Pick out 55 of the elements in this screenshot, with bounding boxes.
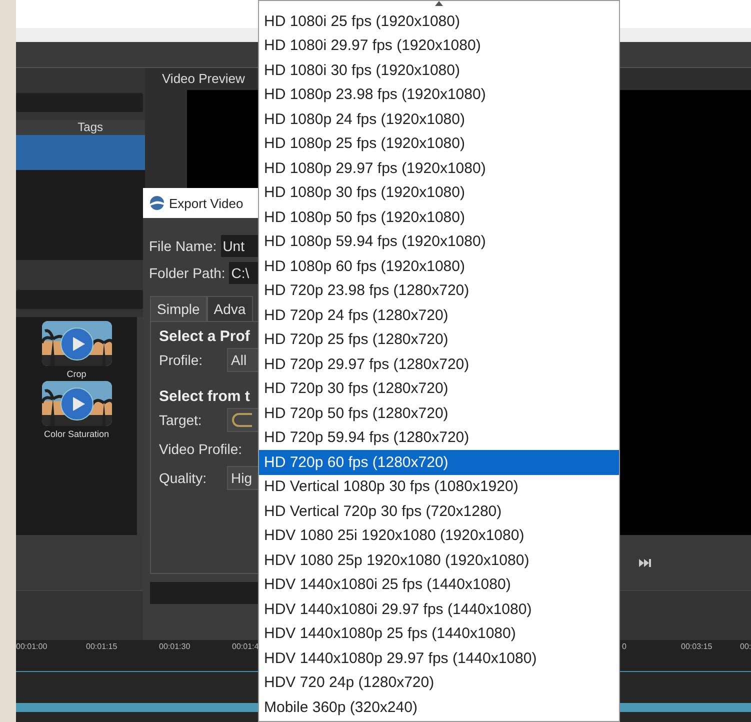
list-item[interactable]: HDV 1440x1080p 29.97 fps (1440x1080) (259, 646, 619, 670)
time-label: 00:01:00 (16, 642, 48, 651)
time-label: 00:01:30 (159, 642, 190, 651)
time-label: 00:01:15 (86, 642, 118, 651)
search-field[interactable] (16, 290, 143, 309)
device-icon (232, 412, 252, 426)
time-label: 00:03:15 (681, 642, 712, 651)
list-item[interactable]: HD 1080i 25 fps (1920x1080) (259, 9, 619, 34)
panel-title: Video Preview (162, 71, 245, 86)
list-item[interactable]: HDV 1440x1080i 29.97 fps (1440x1080) (259, 597, 619, 622)
list-item[interactable]: HD 1080p 50 fps (1920x1080) (259, 205, 619, 230)
field-label: Folder Path: (149, 265, 226, 281)
effect-label: Crop (66, 369, 86, 379)
list-item[interactable]: HD 1080p 25 fps (1920x1080) (259, 132, 619, 156)
tab[interactable]: Simple (150, 296, 207, 321)
tab[interactable]: Adva (206, 296, 253, 321)
play-icon (60, 327, 94, 361)
search-field[interactable] (16, 93, 143, 112)
section-heading: Select a Prof (159, 328, 251, 345)
effect-thumbnail[interactable] (42, 321, 112, 366)
time-label: 00: (740, 642, 751, 651)
list-item[interactable]: HD 1080p 30 fps (1920x1080) (259, 180, 619, 205)
section-heading: Select from t (159, 388, 251, 405)
time-label: 00:01:4 (232, 642, 259, 651)
list-item[interactable]: HD 720p 30 fps (1280x720) (259, 376, 619, 401)
list-item[interactable]: HDV 1080 25i 1920x1080 (1920x1080) (259, 524, 619, 548)
list-item[interactable]: HD 1080p 29.97 fps (1920x1080) (259, 156, 619, 180)
list-item[interactable]: HD Vertical 720p 30 fps (720x1280) (259, 499, 619, 524)
effect-label: Color Saturation (44, 429, 110, 439)
list-item[interactable]: HDV 1440x1080i 25 fps (1440x1080) (259, 572, 619, 597)
field-label: File Name: (149, 238, 217, 254)
dialog-title: Export Video (169, 196, 244, 210)
app-logo-icon (149, 195, 165, 211)
skip-end-icon[interactable] (639, 558, 651, 566)
list-item[interactable]: HDV 720 24p (1280x720) (259, 670, 619, 695)
column-header: Tags (78, 120, 103, 135)
list-item[interactable]: HD 720p 50 fps (1280x720) (259, 401, 619, 426)
list-item[interactable]: HD 720p 59.94 fps (1280x720) (259, 426, 619, 450)
list-item[interactable]: HD 1080i 29.97 fps (1920x1080) (259, 34, 619, 58)
list-item[interactable]: HDV 1440x1080p 25 fps (1440x1080) (259, 622, 619, 646)
list-item[interactable]: HD 1080p 23.98 fps (1920x1080) (259, 82, 619, 107)
field-label: Target: (159, 412, 203, 428)
play-icon (60, 387, 94, 421)
time-label: 0 (622, 642, 626, 651)
field-label: Profile: (159, 352, 204, 368)
field-label: Quality: (159, 470, 208, 486)
list-item[interactable]: Mobile 360p (320x240) (259, 695, 619, 720)
scroll-up-icon[interactable] (435, 1, 443, 6)
list-item[interactable]: HD 720p 60 fps (1280x720) (259, 450, 619, 474)
list-item[interactable]: HD 1080i 30 fps (1920x1080) (259, 58, 619, 82)
field-label: Video Profile: (159, 440, 242, 456)
list-item[interactable]: HD 720p 24 fps (1280x720) (259, 303, 619, 328)
list-item[interactable]: HD 1080p 24 fps (1920x1080) (259, 107, 619, 132)
list-item[interactable]: HDV 1080 25p 1920x1080 (1920x1080) (259, 548, 619, 572)
effect-thumbnail[interactable] (42, 381, 112, 426)
